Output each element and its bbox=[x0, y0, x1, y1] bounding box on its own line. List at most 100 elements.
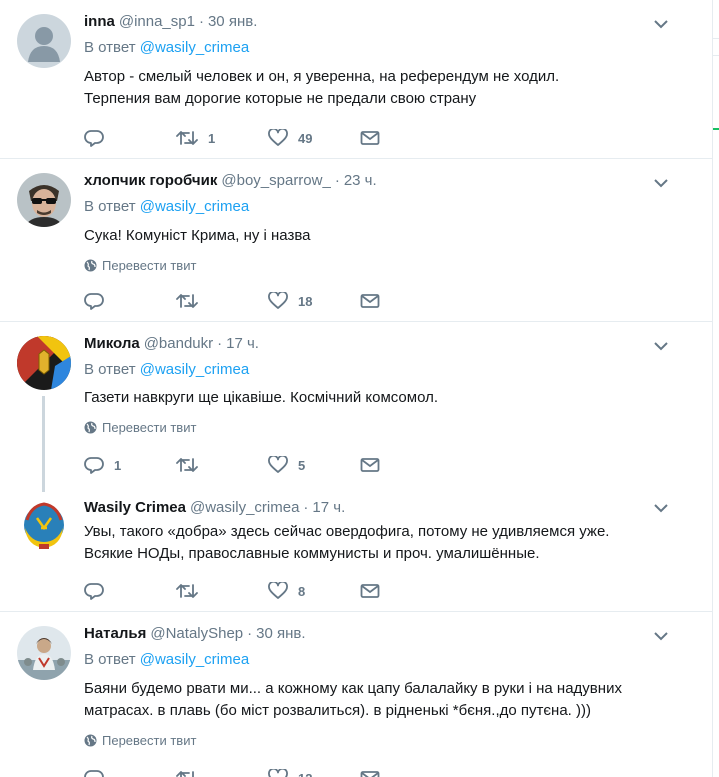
translate-tweet-link[interactable]: Перевести твит bbox=[84, 731, 673, 749]
like-icon bbox=[268, 129, 288, 146]
tweet-actions: 1 49 bbox=[84, 126, 452, 150]
author-name[interactable]: inna bbox=[84, 13, 115, 30]
retweet-button[interactable] bbox=[176, 769, 268, 777]
edge-divider bbox=[713, 38, 719, 56]
avatar[interactable] bbox=[17, 626, 71, 680]
like-count: 12 bbox=[298, 771, 312, 777]
reply-icon bbox=[84, 770, 104, 777]
reply-prefix: В ответ bbox=[84, 651, 136, 668]
reply-count: 1 bbox=[114, 457, 122, 473]
message-icon bbox=[360, 771, 380, 777]
retweet-icon bbox=[176, 294, 198, 308]
message-icon bbox=[360, 294, 380, 308]
avatar[interactable] bbox=[17, 14, 71, 68]
separator-dot: · bbox=[247, 625, 253, 642]
tweet[interactable]: хлопчик горобчик @boy_sparrow_ · 23 ч. В… bbox=[0, 159, 713, 322]
tweet-text-line: Автор - смелый человек и он, я уверенна,… bbox=[84, 68, 560, 85]
translate-tweet-link[interactable]: Перевести твит bbox=[84, 418, 673, 436]
like-button[interactable]: 49 bbox=[268, 129, 360, 147]
author-handle[interactable]: @wasily_crimea bbox=[190, 499, 299, 516]
reply-context: В ответ @wasily_crimea bbox=[84, 361, 673, 381]
reply-mention-link[interactable]: @wasily_crimea bbox=[140, 39, 249, 56]
retweet-icon bbox=[176, 458, 198, 472]
reply-context: В ответ @wasily_crimea bbox=[84, 651, 673, 671]
author-handle[interactable]: @bandukr bbox=[144, 335, 213, 352]
retweet-icon bbox=[176, 584, 198, 598]
globe-icon bbox=[84, 734, 97, 746]
author-name[interactable]: Wasily Crimea bbox=[84, 499, 186, 516]
like-button[interactable]: 18 bbox=[268, 292, 360, 310]
retweet-button[interactable] bbox=[176, 582, 268, 600]
caret-down-icon[interactable] bbox=[653, 500, 669, 516]
message-icon bbox=[360, 131, 380, 145]
reply-button[interactable] bbox=[84, 582, 176, 600]
message-icon bbox=[360, 584, 380, 598]
reply-mention-link[interactable]: @wasily_crimea bbox=[140, 651, 249, 668]
avatar[interactable] bbox=[17, 173, 71, 227]
tweet-text: Автор - смелый человек и он, я уверенна,… bbox=[84, 66, 673, 110]
tweet-text-line: Баяни будемо рвати ми... а кожному как ц… bbox=[84, 680, 622, 697]
tweet-time[interactable]: 17 ч. bbox=[226, 335, 259, 352]
reply-button[interactable] bbox=[84, 129, 176, 147]
like-button[interactable]: 12 bbox=[268, 769, 360, 777]
author-handle[interactable]: @inna_sp1 bbox=[119, 13, 195, 30]
tweet-text: Сука! Комуніст Крима, ну і назва bbox=[84, 225, 673, 247]
avatar[interactable] bbox=[17, 336, 71, 390]
author-handle[interactable]: @boy_sparrow_ bbox=[221, 172, 330, 189]
message-icon bbox=[360, 458, 380, 472]
message-button[interactable] bbox=[360, 293, 452, 309]
like-icon bbox=[268, 769, 288, 777]
retweet-button[interactable]: 1 bbox=[176, 129, 268, 147]
tweet[interactable]: Wasily Crimea @wasily_crimea · 17 ч. Увы… bbox=[0, 490, 713, 612]
author-handle[interactable]: @NatalyShep bbox=[150, 625, 243, 642]
translate-label: Перевести твит bbox=[102, 419, 197, 435]
tweet-time[interactable]: 23 ч. bbox=[344, 172, 377, 189]
caret-down-icon[interactable] bbox=[653, 338, 669, 354]
caret-down-icon[interactable] bbox=[653, 16, 669, 32]
separator-dot: · bbox=[217, 335, 223, 352]
reply-prefix: В ответ bbox=[84, 361, 136, 378]
translate-tweet-link[interactable]: Перевести твит bbox=[84, 256, 673, 274]
reply-prefix: В ответ bbox=[84, 39, 136, 56]
like-icon bbox=[268, 292, 288, 309]
tweet-header: Микола @bandukr · 17 ч. bbox=[84, 335, 673, 355]
message-button[interactable] bbox=[360, 583, 452, 599]
tweet-text-line: матрасах. в плавь (бо міст розвалиться).… bbox=[84, 702, 591, 719]
reply-button[interactable] bbox=[84, 292, 176, 310]
retweet-icon bbox=[176, 131, 198, 145]
reply-icon bbox=[84, 457, 104, 474]
caret-down-icon[interactable] bbox=[653, 628, 669, 644]
tweet[interactable]: Микола @bandukr · 17 ч. В ответ @wasily_… bbox=[0, 322, 713, 492]
like-button[interactable]: 5 bbox=[268, 456, 360, 474]
tweet-header: хлопчик горобчик @boy_sparrow_ · 23 ч. bbox=[84, 172, 673, 192]
tweet-actions: 1 5 bbox=[84, 453, 452, 477]
reply-icon bbox=[84, 293, 104, 310]
tweet-text-line: Газети навкруги ще цікавіше. Космічний к… bbox=[84, 389, 439, 406]
author-name[interactable]: Микола bbox=[84, 335, 140, 352]
tweet-text: Газети навкруги ще цікавіше. Космічний к… bbox=[84, 387, 673, 409]
tweet-time[interactable]: 30 янв. bbox=[208, 13, 257, 30]
message-button[interactable] bbox=[360, 457, 452, 473]
reply-button[interactable]: 1 bbox=[84, 456, 176, 474]
tweet[interactable]: Наталья @NatalyShep · 30 янв. В ответ @w… bbox=[0, 612, 713, 777]
message-button[interactable] bbox=[360, 130, 452, 146]
caret-down-icon[interactable] bbox=[653, 175, 669, 191]
tweet-time[interactable]: 17 ч. bbox=[312, 499, 345, 516]
reply-mention-link[interactable]: @wasily_crimea bbox=[140, 198, 249, 215]
globe-icon bbox=[84, 421, 97, 433]
reply-mention-link[interactable]: @wasily_crimea bbox=[140, 361, 249, 378]
tweet[interactable]: inna @inna_sp1 · 30 янв. В ответ @wasily… bbox=[0, 0, 713, 159]
reply-icon bbox=[84, 130, 104, 147]
like-icon bbox=[268, 582, 288, 599]
message-button[interactable] bbox=[360, 770, 452, 777]
retweet-button[interactable] bbox=[176, 292, 268, 310]
author-name[interactable]: хлопчик горобчик bbox=[84, 172, 217, 189]
author-name[interactable]: Наталья bbox=[84, 625, 146, 642]
retweet-button[interactable] bbox=[176, 456, 268, 474]
tweet-time[interactable]: 30 янв. bbox=[256, 625, 305, 642]
like-button[interactable]: 8 bbox=[268, 582, 360, 600]
tweet-header: inna @inna_sp1 · 30 янв. bbox=[84, 13, 673, 33]
tweet-actions: 8 bbox=[84, 579, 452, 603]
avatar[interactable] bbox=[17, 498, 71, 552]
reply-button[interactable] bbox=[84, 769, 176, 777]
